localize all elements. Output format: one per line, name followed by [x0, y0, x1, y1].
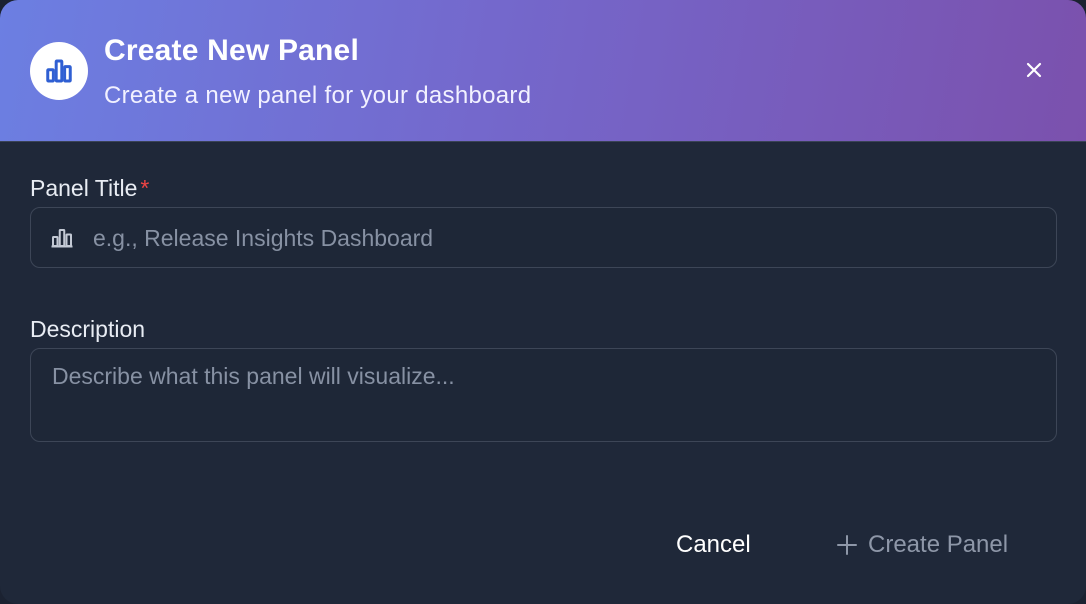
bar-chart-icon: [46, 59, 72, 83]
plus-icon: [837, 535, 857, 555]
panel-title-label-text: Panel Title: [30, 175, 138, 201]
panel-title-field[interactable]: [30, 207, 1057, 268]
create-panel-dialog: Create New Panel Create a new panel for …: [0, 0, 1086, 604]
header-icon-badge: [30, 42, 88, 100]
dialog-header: Create New Panel Create a new panel for …: [0, 0, 1086, 142]
description-label: Description: [30, 316, 146, 342]
description-textarea[interactable]: [52, 363, 1032, 429]
close-button[interactable]: [1020, 56, 1048, 84]
description-field[interactable]: [30, 348, 1057, 442]
required-marker: *: [140, 175, 150, 201]
bar-chart-icon: [51, 229, 73, 248]
create-panel-button[interactable]: Create Panel: [820, 522, 1024, 568]
panel-title-input[interactable]: [91, 208, 1045, 268]
create-panel-label: Create Panel: [868, 531, 1009, 558]
dialog-subtitle: Create a new panel for your dashboard: [104, 82, 532, 109]
close-icon: [1026, 62, 1042, 78]
dialog-title: Create New Panel: [104, 34, 359, 67]
cancel-button[interactable]: Cancel: [660, 522, 767, 568]
panel-title-label: Panel Title *: [30, 175, 149, 202]
